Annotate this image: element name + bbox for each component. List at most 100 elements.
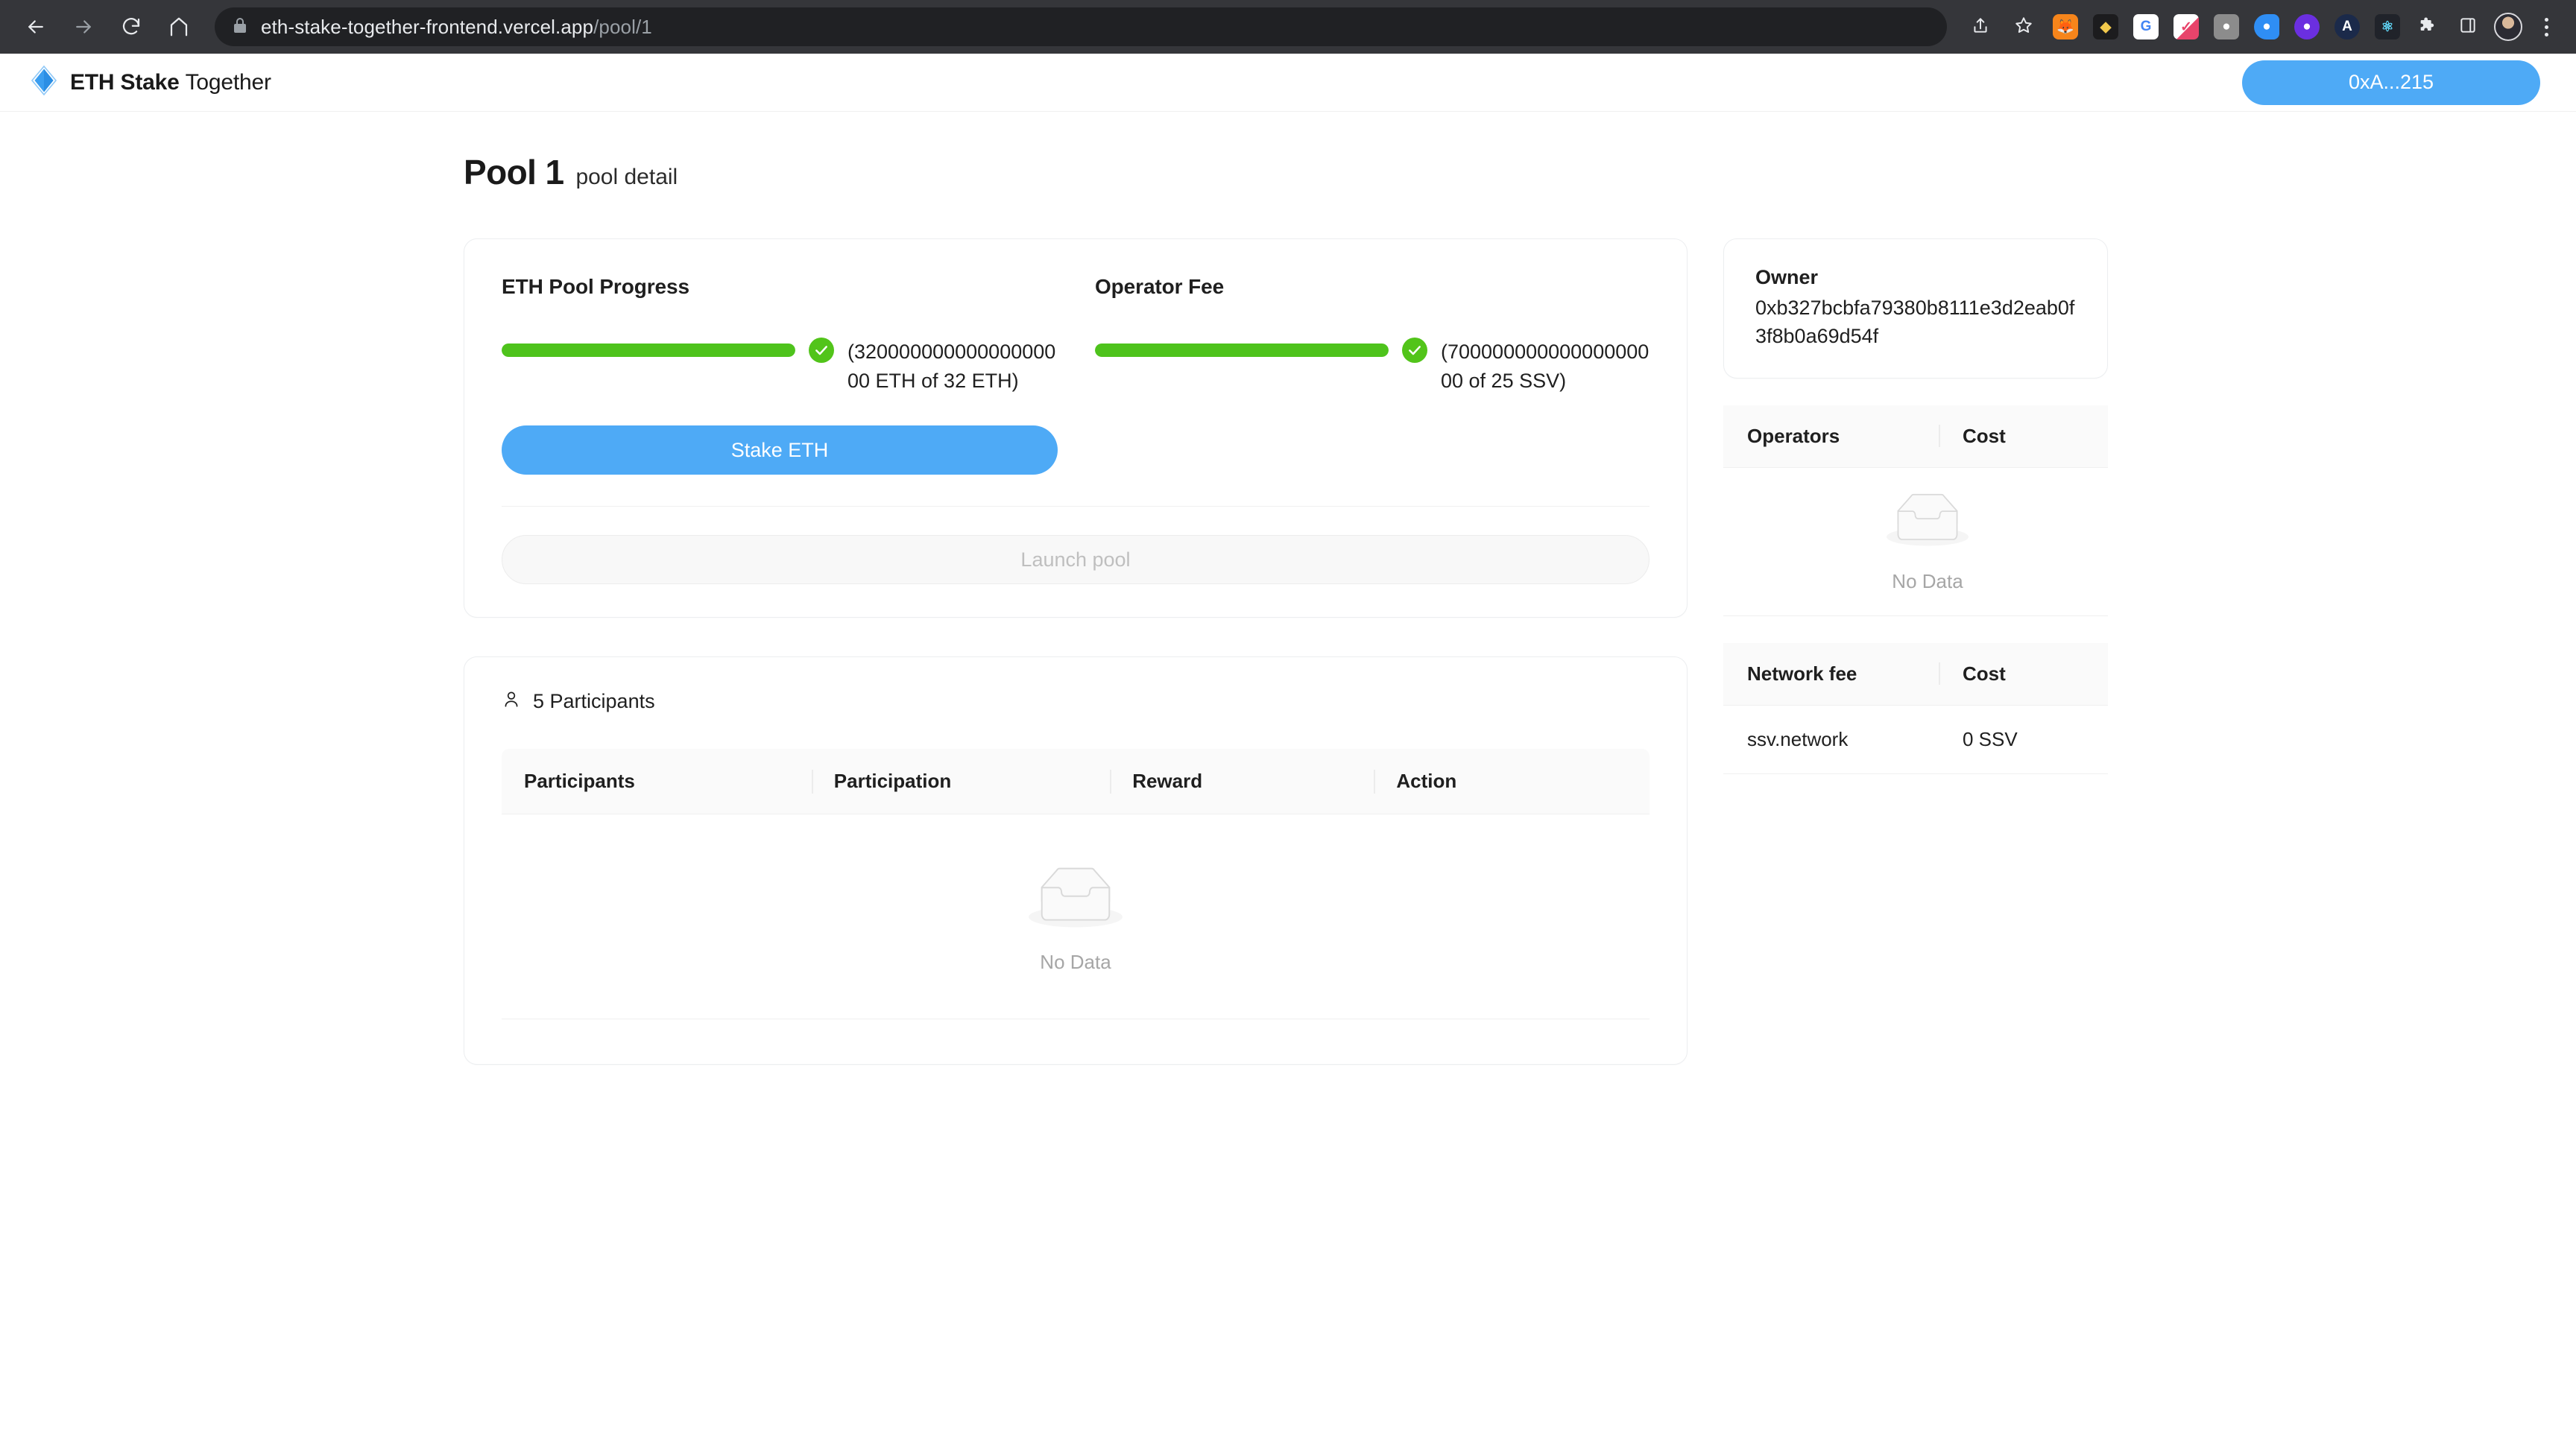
share-button[interactable] <box>1960 7 2001 47</box>
forward-button[interactable] <box>61 4 106 49</box>
browser-toolbar: eth-stake-together-frontend.vercel.app/p… <box>0 0 2576 54</box>
participants-count-label: 5 Participants <box>533 690 655 713</box>
extension-tag[interactable]: ● <box>2248 8 2285 45</box>
forward-arrow-icon <box>72 16 95 38</box>
toolbar-right-group: 🦊 ◆ G ✓ ● ● ● A ⚛ <box>1960 7 2563 47</box>
participants-table-head: Participants Participation Reward Action <box>502 749 1650 815</box>
participants-count-row: 5 Participants <box>502 688 1650 715</box>
main-column: ETH Pool Progress (32000000000000000000 … <box>464 238 1688 1066</box>
chrome-menu-button[interactable] <box>2530 7 2563 47</box>
check-circle-icon <box>809 338 834 363</box>
participants-empty-cell: No Data <box>502 814 1650 1020</box>
check-circle-icon <box>1402 338 1427 363</box>
sidebar-column: Owner 0xb327bcbfa79380b8111e3d2eab0f3f8b… <box>1723 238 2108 774</box>
empty-inbox-icon <box>1887 490 1969 557</box>
wallet-address-button[interactable]: 0xA...215 <box>2242 60 2540 105</box>
network-fee-name: ssv.network <box>1723 705 1939 774</box>
column-header-action[interactable]: Action <box>1374 749 1650 815</box>
table-header-row: Participants Participation Reward Action <box>502 749 1650 815</box>
operators-card: Operators Cost No Data <box>1723 405 2108 616</box>
extensions-menu-button[interactable] <box>2409 8 2446 45</box>
page-title: Pool 1 <box>464 153 564 191</box>
extension-google-translate[interactable]: G <box>2127 8 2165 45</box>
column-header-participation[interactable]: Participation <box>811 749 1111 815</box>
participants-table: Participants Participation Reward Action <box>502 749 1650 1020</box>
extension-chat[interactable]: ● <box>2288 8 2326 45</box>
owner-label: Owner <box>1755 266 1819 288</box>
metamask-extension-icon: 🦊 <box>2053 14 2078 39</box>
url-text: eth-stake-together-frontend.vercel.app/p… <box>261 16 652 39</box>
owner-card: Owner 0xb327bcbfa79380b8111e3d2eab0f3f8b… <box>1723 238 2108 379</box>
card-divider <box>502 506 1650 507</box>
column-header-operators-cost[interactable]: Cost <box>1938 405 2108 468</box>
google-translate-extension-icon: G <box>2133 14 2159 39</box>
sidebar-toggle-icon <box>2458 16 2478 39</box>
page-subtitle: pool detail <box>575 165 678 189</box>
participants-table-body: No Data <box>502 814 1650 1020</box>
eth-diamond-logo-icon <box>30 65 58 100</box>
network-fee-cost: 0 SSV <box>1938 705 2108 774</box>
operators-table-body: No Data <box>1723 467 2108 616</box>
rabby-wallet-extension-icon: ◆ <box>2093 14 2118 39</box>
kebab-menu-icon <box>2544 17 2548 37</box>
operator-fee-progress-bar <box>1095 343 1389 357</box>
table-header-row: Operators Cost <box>1723 405 2108 468</box>
app-header: ETH Stake Together 0xA...215 <box>0 54 2576 112</box>
participants-empty-row: No Data <box>502 814 1650 1020</box>
brand-logo-group[interactable]: ETH Stake Together <box>30 65 271 100</box>
tag-extension-icon: ● <box>2254 14 2279 39</box>
url-domain: eth-stake-together-frontend.vercel.app <box>261 15 594 38</box>
progress-grid: ETH Pool Progress (32000000000000000000 … <box>502 275 1650 396</box>
extension-axiom[interactable]: A <box>2329 8 2366 45</box>
url-path: /pool/1 <box>593 15 652 38</box>
share-icon <box>1971 16 1990 39</box>
column-header-operators[interactable]: Operators <box>1723 405 1939 468</box>
home-icon <box>168 16 190 38</box>
participants-empty-text: No Data <box>1040 951 1111 974</box>
network-fee-table: Network fee Cost ssv.network 0 SSV <box>1723 642 2108 774</box>
extension-react-devtools[interactable]: ⚛ <box>2369 8 2406 45</box>
pool-progress-card: ETH Pool Progress (32000000000000000000 … <box>464 238 1688 618</box>
launch-pool-button[interactable]: Launch pool <box>502 535 1650 585</box>
back-button[interactable] <box>13 4 58 49</box>
back-arrow-icon <box>25 16 47 38</box>
operator-fee-section: Operator Fee (70000000000000000000 of 25… <box>1095 275 1650 396</box>
brand-name-light: Together <box>185 69 271 95</box>
operator-fee-heading: Operator Fee <box>1095 275 1225 298</box>
brand-name-bold: ETH Stake <box>70 69 180 95</box>
operator-fee-row: (70000000000000000000 of 25 SSV) <box>1095 338 1650 396</box>
extension-eyedropper[interactable]: ✓ <box>2168 8 2205 45</box>
extension-metamask[interactable]: 🦊 <box>2047 8 2084 45</box>
sidebar-toggle-button[interactable] <box>2449 8 2487 45</box>
eth-pool-progress-heading: ETH Pool Progress <box>502 275 689 298</box>
column-header-network-fee-cost[interactable]: Cost <box>1938 642 2108 706</box>
bookmark-button[interactable] <box>2004 7 2044 47</box>
operators-table-head: Operators Cost <box>1723 405 2108 468</box>
stake-eth-button[interactable]: Stake ETH <box>502 425 1058 475</box>
reload-button[interactable] <box>109 4 154 49</box>
participants-empty-state: No Data <box>502 814 1650 1019</box>
profile-button[interactable] <box>2490 8 2527 45</box>
extension-rabby[interactable]: ◆ <box>2087 8 2124 45</box>
table-row: ssv.network 0 SSV <box>1723 705 2108 774</box>
operators-empty-text: No Data <box>1892 569 1963 592</box>
operators-empty-cell: No Data <box>1723 467 2108 616</box>
column-header-participants[interactable]: Participants <box>502 749 812 815</box>
operators-empty-row: No Data <box>1723 467 2108 616</box>
axiom-extension-icon: A <box>2334 14 2360 39</box>
operators-table: Operators Cost No Data <box>1723 405 2108 616</box>
address-bar[interactable]: eth-stake-together-frontend.vercel.app/p… <box>215 7 1947 46</box>
page-body: Pool 1 pool detail ETH Pool Progress (32… <box>0 112 2576 1066</box>
extension-screenshot[interactable]: ● <box>2208 8 2245 45</box>
home-button[interactable] <box>157 4 201 49</box>
eth-pool-progress-row: (32000000000000000000 ETH of 32 ETH) <box>502 338 1056 396</box>
network-fee-table-body: ssv.network 0 SSV <box>1723 705 2108 774</box>
empty-inbox-icon <box>1029 864 1123 937</box>
star-icon <box>2014 16 2033 39</box>
user-icon <box>502 688 521 715</box>
eth-pool-progress-section: ETH Pool Progress (32000000000000000000 … <box>502 275 1056 396</box>
column-header-network-fee[interactable]: Network fee <box>1723 642 1939 706</box>
participants-card: 5 Participants Participants Participatio… <box>464 656 1688 1066</box>
column-header-reward[interactable]: Reward <box>1110 749 1374 815</box>
eth-pool-progress-fill <box>502 343 795 357</box>
